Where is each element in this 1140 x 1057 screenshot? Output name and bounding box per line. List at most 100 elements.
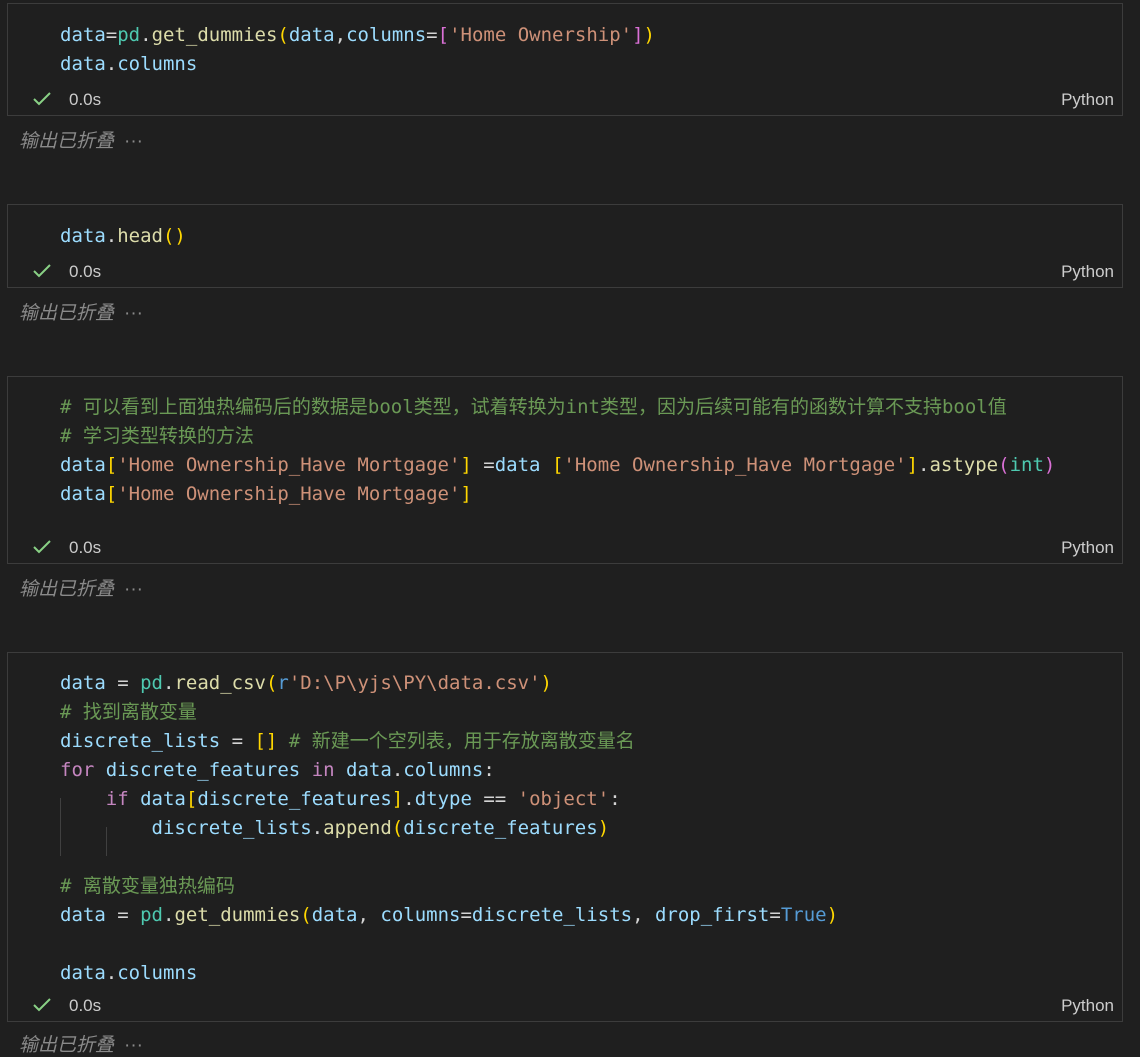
code-token: . bbox=[391, 759, 404, 781]
code-token: ( bbox=[300, 904, 312, 926]
code-line[interactable]: # 可以看到上面独热编码后的数据是bool类型，试着转换为int类型，因为后续可… bbox=[60, 393, 1055, 422]
language-label[interactable]: Python bbox=[1061, 538, 1114, 558]
code-token: discrete_features bbox=[403, 817, 598, 839]
code-token: pd bbox=[117, 24, 141, 46]
code-token: data bbox=[346, 759, 392, 781]
code-line[interactable]: discrete_lists = [] # 新建一个空列表，用于存放离散变量名 bbox=[60, 727, 838, 756]
code-token: data bbox=[140, 788, 186, 810]
code-token: read_csv bbox=[174, 672, 266, 694]
collapsed-label: 输出已折叠 bbox=[19, 579, 115, 600]
output-collapsed[interactable]: 输出已折叠 ··· bbox=[19, 574, 143, 601]
code-token: 'Home Ownership' bbox=[449, 24, 633, 46]
code-line[interactable] bbox=[60, 843, 838, 872]
code-token: ) bbox=[540, 672, 552, 694]
code-line[interactable]: # 学习类型转换的方法 bbox=[60, 422, 1055, 451]
more-icon[interactable]: ··· bbox=[124, 303, 143, 324]
code-token: data bbox=[60, 904, 106, 926]
code-token: () bbox=[162, 225, 186, 247]
code-line[interactable]: data['Home Ownership_Have Mortgage'] =da… bbox=[60, 451, 1055, 480]
code-token: ) bbox=[1043, 454, 1056, 476]
code-editor[interactable]: # 可以看到上面独热编码后的数据是bool类型，试着转换为int类型，因为后续可… bbox=[60, 393, 1055, 509]
code-token: 'Home Ownership_Have Mortgage' bbox=[563, 454, 907, 476]
cell-status-bar: 0.0s Python bbox=[8, 259, 1122, 287]
code-token: data bbox=[60, 225, 106, 247]
check-icon bbox=[33, 264, 51, 278]
more-icon[interactable]: ··· bbox=[124, 579, 143, 600]
code-token: . bbox=[162, 904, 175, 926]
code-token: = bbox=[460, 904, 472, 926]
code-token: [] bbox=[254, 730, 278, 752]
code-token: data bbox=[60, 454, 106, 476]
code-token: ) bbox=[643, 24, 655, 46]
cell-status-bar: 0.0s Python bbox=[8, 535, 1122, 563]
collapsed-label: 输出已折叠 bbox=[19, 1035, 115, 1056]
code-cell-4[interactable]: data = pd.read_csv(r'D:\P\yjs\PY\data.cs… bbox=[7, 652, 1123, 1022]
code-token: discrete_lists bbox=[60, 730, 221, 752]
code-token: 'Home Ownership_Have Mortgage' bbox=[117, 483, 461, 505]
code-token: ] bbox=[460, 483, 472, 505]
execution-time: 0.0s bbox=[69, 538, 102, 557]
code-token: discrete_lists bbox=[471, 904, 633, 926]
code-line[interactable]: data['Home Ownership_Have Mortgage'] bbox=[60, 480, 1055, 509]
code-token: discrete_features bbox=[197, 788, 392, 810]
code-line[interactable]: data=pd.get_dummies(data,columns=['Home … bbox=[60, 21, 655, 50]
code-token: columns bbox=[117, 962, 198, 984]
code-token: ] bbox=[391, 788, 404, 810]
code-editor[interactable]: data=pd.get_dummies(data,columns=['Home … bbox=[60, 21, 655, 79]
code-editor[interactable]: data.head() bbox=[60, 222, 186, 251]
language-label[interactable]: Python bbox=[1061, 996, 1114, 1016]
code-token: # 找到离散变量 bbox=[60, 701, 197, 723]
code-line[interactable]: for discrete_features in data.columns: bbox=[60, 756, 838, 785]
code-token: = bbox=[105, 24, 118, 46]
more-icon[interactable]: ··· bbox=[124, 1035, 143, 1056]
code-line[interactable]: data.columns bbox=[60, 959, 838, 988]
execution-time: 0.0s bbox=[69, 90, 102, 109]
code-cell-1[interactable]: data=pd.get_dummies(data,columns=['Home … bbox=[7, 3, 1123, 116]
code-token: data bbox=[311, 904, 358, 926]
output-collapsed[interactable]: 输出已折叠 ··· bbox=[19, 126, 143, 153]
code-token: ( bbox=[391, 817, 404, 839]
cell-status-bar: 0.0s Python bbox=[8, 993, 1122, 1021]
code-token: int bbox=[1009, 454, 1044, 476]
code-token: , bbox=[632, 904, 655, 926]
code-line[interactable] bbox=[60, 930, 838, 959]
language-label[interactable]: Python bbox=[1061, 90, 1114, 110]
code-token: = bbox=[769, 904, 781, 926]
code-line[interactable]: data.head() bbox=[60, 222, 186, 251]
more-icon[interactable]: ··· bbox=[124, 131, 143, 152]
code-token: [ bbox=[185, 788, 198, 810]
code-token: = bbox=[426, 24, 438, 46]
code-token: columns bbox=[403, 759, 484, 781]
output-collapsed[interactable]: 输出已折叠 ··· bbox=[19, 298, 143, 325]
code-token: . bbox=[105, 225, 118, 247]
code-editor[interactable]: data = pd.read_csv(r'D:\P\yjs\PY\data.cs… bbox=[60, 669, 838, 988]
code-line[interactable]: # 找到离散变量 bbox=[60, 698, 838, 727]
code-cell-2[interactable]: data.head() 0.0s Python bbox=[7, 204, 1123, 288]
code-token: [ bbox=[105, 454, 118, 476]
code-token: , bbox=[357, 904, 381, 926]
code-line[interactable]: # 离散变量独热编码 bbox=[60, 872, 838, 901]
check-icon bbox=[33, 540, 51, 554]
execution-time: 0.0s bbox=[69, 996, 102, 1015]
code-token: 'D:\P\yjs\PY\data.csv' bbox=[288, 672, 541, 694]
code-token: discrete_lists bbox=[151, 817, 312, 839]
code-token: ] bbox=[460, 454, 472, 476]
code-token: r bbox=[277, 672, 289, 694]
code-token: # 学习类型转换的方法 bbox=[60, 425, 254, 447]
code-line[interactable]: data = pd.get_dummies(data, columns=disc… bbox=[60, 901, 838, 930]
code-token: . bbox=[140, 24, 152, 46]
code-token: . bbox=[105, 962, 118, 984]
code-line[interactable]: data = pd.read_csv(r'D:\P\yjs\PY\data.cs… bbox=[60, 669, 838, 698]
code-token: astype bbox=[929, 454, 999, 476]
code-token: = bbox=[105, 672, 141, 694]
code-token: ] bbox=[906, 454, 919, 476]
language-label[interactable]: Python bbox=[1061, 262, 1114, 282]
code-cell-3[interactable]: # 可以看到上面独热编码后的数据是bool类型，试着转换为int类型，因为后续可… bbox=[7, 376, 1123, 564]
code-line[interactable]: data.columns bbox=[60, 50, 655, 79]
code-token: ( bbox=[998, 454, 1010, 476]
code-line[interactable]: if data[discrete_features].dtype == 'obj… bbox=[60, 785, 838, 814]
code-line[interactable]: discrete_lists.append(discrete_features) bbox=[60, 814, 838, 843]
